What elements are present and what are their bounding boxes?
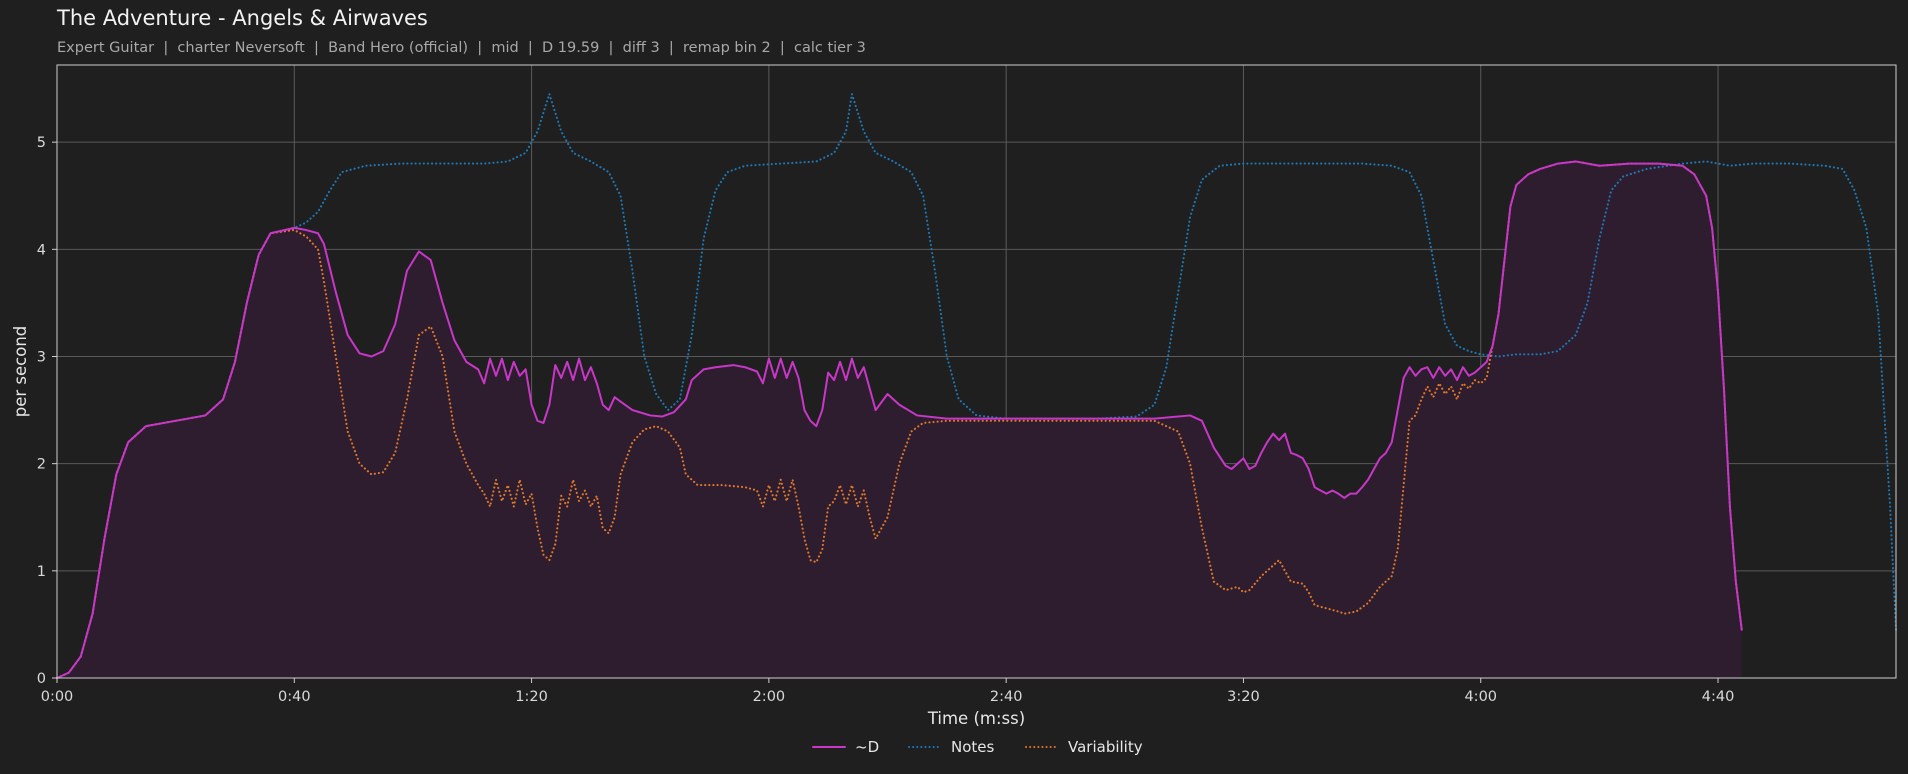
- line-chart: 0:00 0:40 1:20 2:00 2:40 3:20 4:00 4:40 012345 …: [11, 64, 1898, 756]
- x-tick-label: 3:20: [1227, 689, 1260, 705]
- x-tick-label: 2:00: [753, 689, 786, 705]
- x-tick-label: 0:40: [278, 689, 311, 705]
- y-tick-label: 4: [37, 242, 46, 258]
- y-tick-label: 2: [37, 457, 46, 473]
- legend-label-variability: Variability: [1068, 738, 1143, 756]
- y-tick-label: 1: [37, 564, 46, 580]
- y-axis-label: per second: [11, 326, 30, 418]
- area-fill-layer: [57, 161, 1742, 678]
- legend-label-d: ~D: [855, 738, 879, 756]
- x-tick-label: 0:00: [41, 689, 74, 705]
- x-tick-label: 2:40: [990, 689, 1023, 705]
- y-axis-ticks: 0 1 2 3 4 5: [37, 135, 57, 687]
- x-tick-label: 4:40: [1702, 689, 1735, 705]
- x-axis-label: Time (m:ss): [927, 709, 1025, 728]
- legend-label-notes: Notes: [951, 738, 995, 756]
- x-tick-label: 4:00: [1464, 689, 1497, 705]
- y-tick-label: 5: [37, 135, 46, 151]
- legend: ~D Notes Variability: [812, 738, 1143, 756]
- y-tick-label: 3: [37, 349, 46, 365]
- x-tick-label: 1:20: [515, 689, 548, 705]
- y-tick-label: 0: [37, 671, 46, 687]
- series-area-d: [57, 161, 1742, 678]
- x-axis-ticks: 0:00 0:40 1:20 2:00 2:40 3:20 4:00 4:40: [41, 678, 1735, 705]
